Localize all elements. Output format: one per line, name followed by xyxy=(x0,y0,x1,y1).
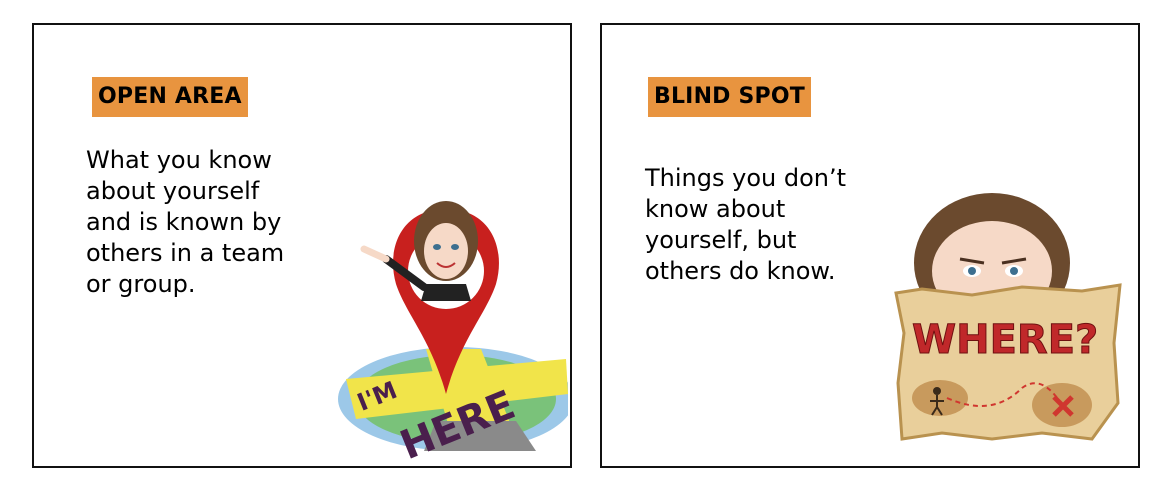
where-map-illustration: WHERE? xyxy=(894,193,1122,441)
avatar-face-icon xyxy=(424,223,468,279)
open-area-description: What you know about yourself and is know… xyxy=(86,146,285,298)
open-area-panel: OPEN AREA What you know about yourself a… xyxy=(32,23,572,468)
map-where-text: WHERE? xyxy=(912,317,1098,363)
blind-spot-description: Things you don’t know about yourself, bu… xyxy=(645,164,847,285)
open-area-heading: OPEN AREA xyxy=(92,77,248,117)
im-here-pin-illustration: I'M HERE xyxy=(338,201,568,459)
blind-spot-panel: BLIND SPOT Things you don’t know about y… xyxy=(600,23,1140,468)
blind-spot-heading: BLIND SPOT xyxy=(648,77,811,117)
waving-hand-icon xyxy=(360,245,390,263)
